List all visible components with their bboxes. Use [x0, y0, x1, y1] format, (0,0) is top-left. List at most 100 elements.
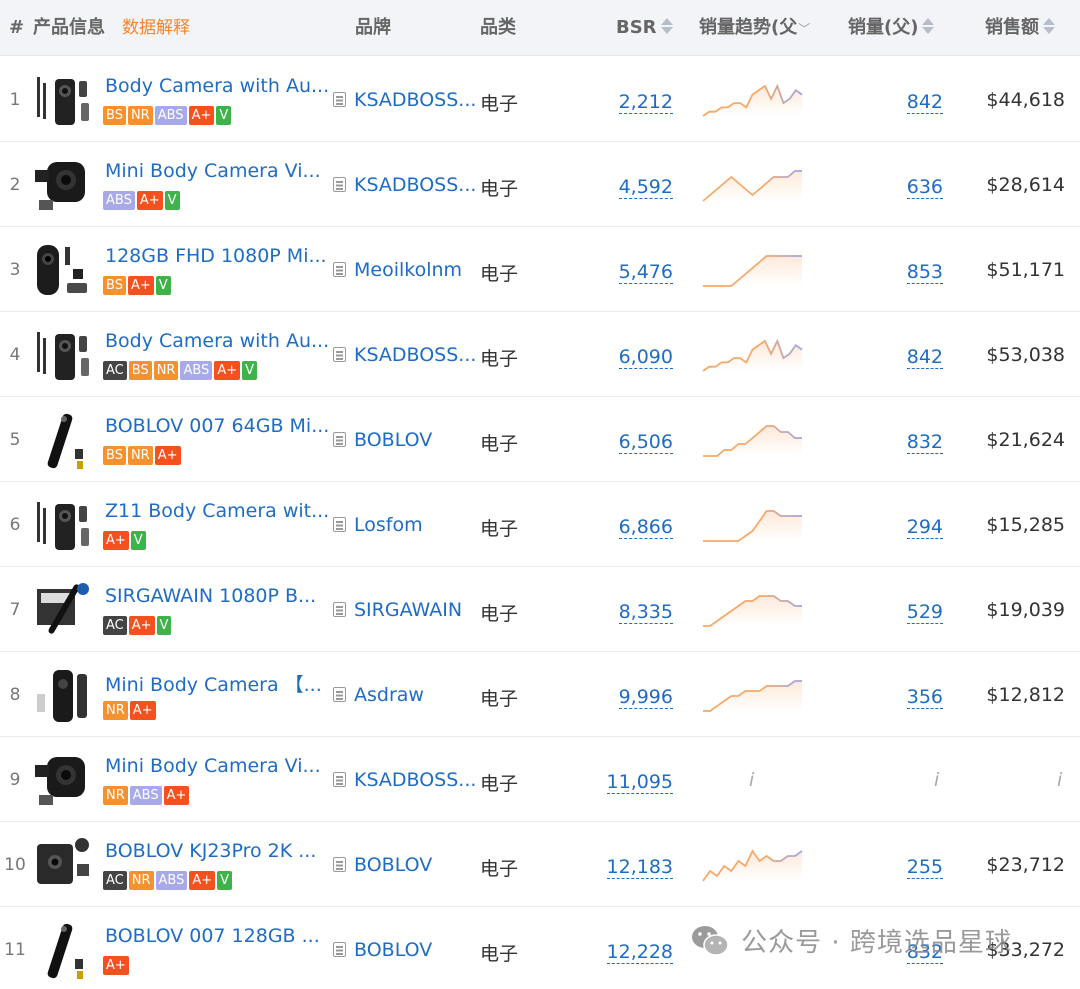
col-qty-header[interactable]: 销量(父) [848, 0, 935, 56]
row-index: 9 [9, 770, 21, 790]
brand-link[interactable]: KSADBOSS... [333, 344, 476, 366]
info-icon[interactable]: i [749, 769, 754, 791]
col-trend-header[interactable]: 销量趋势(父﹀ [699, 0, 810, 56]
product-badges: A+ V [103, 531, 146, 550]
brand-link[interactable]: BOBLOV [333, 939, 432, 961]
chevron-down-icon[interactable]: ﹀ [798, 1, 810, 57]
brand-link[interactable]: BOBLOV [333, 854, 432, 876]
revenue-value: $53,038 [986, 344, 1065, 366]
product-title-link[interactable]: BOBLOV 007 128GB ... [105, 925, 320, 947]
table-row: 8 Mini Body Camera 【... NR A+ Asdraw 电子 9,996 3… [0, 652, 1080, 737]
document-icon[interactable] [333, 517, 346, 532]
document-icon[interactable] [333, 432, 346, 447]
document-icon[interactable] [333, 857, 346, 872]
bsr-link[interactable]: 5,476 [618, 261, 673, 284]
table-row: 5 BOBLOV 007 64GB Mi... BS NR A+ BOBLOV 电子 6,50… [0, 397, 1080, 482]
bsr-link[interactable]: 11,095 [606, 771, 673, 794]
data-explain-link[interactable]: 数据解释 [122, 0, 190, 56]
document-icon[interactable] [333, 687, 346, 702]
document-icon[interactable] [333, 347, 346, 362]
product-title-link[interactable]: 128GB FHD 1080P Mi... [105, 245, 327, 267]
brand-link[interactable]: Meoilkolnm [333, 259, 462, 281]
document-icon[interactable] [333, 772, 346, 787]
product-thumbnail[interactable] [33, 919, 95, 981]
product-thumbnail[interactable] [33, 579, 95, 641]
document-icon[interactable] [333, 602, 346, 617]
wechat-icon [690, 923, 730, 959]
badge-nr: NR [153, 361, 179, 380]
sales-trend [700, 844, 805, 884]
product-thumbnail[interactable] [33, 324, 95, 386]
badge-abs: ABS [129, 786, 162, 805]
category-text: 电子 [480, 773, 519, 795]
product-badges: ABS A+ V [103, 191, 180, 210]
product-title-link[interactable]: Body Camera with Au... [105, 75, 329, 97]
bsr-link[interactable]: 6,866 [618, 516, 673, 539]
sales-qty-link[interactable]: 832 [906, 431, 943, 454]
bsr-link[interactable]: 12,183 [606, 856, 673, 879]
col-revenue-label: 销售额 [985, 17, 1039, 38]
product-title-link[interactable]: BOBLOV 007 64GB Mi... [105, 415, 329, 437]
sort-icon[interactable] [1043, 17, 1055, 35]
sales-qty-link[interactable]: 842 [906, 346, 943, 369]
brand-link[interactable]: BOBLOV [333, 429, 432, 451]
brand-link[interactable]: Losfom [333, 514, 423, 536]
row-index: 1 [9, 90, 21, 110]
product-thumbnail[interactable] [33, 69, 95, 131]
sales-qty-link[interactable]: 842 [906, 91, 943, 114]
product-thumbnail[interactable] [33, 834, 95, 896]
product-title-link[interactable]: Mini Body Camera Vi... [105, 160, 321, 182]
bsr-link[interactable]: 9,996 [618, 686, 673, 709]
sort-icon[interactable] [660, 17, 673, 35]
info-icon[interactable]: i [1057, 769, 1062, 791]
product-title-link[interactable]: SIRGAWAIN 1080P B... [105, 585, 316, 607]
trend-chart [703, 510, 802, 542]
trend-area [703, 426, 802, 456]
col-index-header: # [9, 17, 25, 38]
brand-link[interactable]: SIRGAWAIN [333, 599, 462, 621]
product-thumbnail[interactable] [33, 239, 95, 301]
category-text: 电子 [480, 93, 519, 115]
product-thumbnail[interactable] [33, 664, 95, 726]
bsr-link[interactable]: 6,506 [618, 431, 673, 454]
badge-aplus: A+ [127, 276, 154, 295]
product-title-link[interactable]: Mini Body Camera 【... [105, 670, 322, 697]
bsr-link[interactable]: 4,592 [618, 176, 673, 199]
document-icon[interactable] [333, 177, 346, 192]
category-text: 电子 [480, 943, 519, 965]
document-icon[interactable] [333, 92, 346, 107]
sales-qty-link[interactable]: 636 [906, 176, 943, 199]
document-icon[interactable] [333, 262, 346, 277]
bsr-link[interactable]: 8,335 [618, 601, 673, 624]
info-icon[interactable]: i [934, 769, 939, 791]
product-thumbnail[interactable] [33, 409, 95, 471]
product-title-link[interactable]: Mini Body Camera Vi... [105, 755, 321, 777]
brand-link[interactable]: KSADBOSS... [333, 174, 476, 196]
table-row: 10 BOBLOV KJ23Pro 2K ... AC NR ABS A+ V BOBLOV 电… [0, 822, 1080, 907]
bsr-link[interactable]: 2,212 [618, 91, 673, 114]
bsr-link[interactable]: 6,090 [618, 346, 673, 369]
sales-trend [700, 79, 805, 119]
product-thumbnail[interactable] [33, 749, 95, 811]
product-title-link[interactable]: BOBLOV KJ23Pro 2K ... [105, 840, 316, 862]
product-title-link[interactable]: Body Camera with Au... [105, 330, 329, 352]
sales-qty-link[interactable]: 853 [906, 261, 943, 284]
bsr-link[interactable]: 12,228 [606, 941, 673, 964]
col-revenue-header[interactable]: 销售额 [985, 0, 1055, 56]
product-thumbnail[interactable] [33, 154, 95, 216]
sort-icon[interactable] [922, 17, 935, 35]
col-bsr-header[interactable]: BSR [616, 0, 673, 56]
brand-link[interactable]: KSADBOSS... [333, 89, 476, 111]
product-thumbnail[interactable] [33, 494, 95, 556]
document-icon[interactable] [333, 942, 346, 957]
sales-qty-link[interactable]: 356 [906, 686, 943, 709]
row-index: 7 [9, 600, 21, 620]
badge-abs: ABS [103, 191, 135, 210]
sales-qty-link[interactable]: 529 [906, 601, 943, 624]
brand-link[interactable]: Asdraw [333, 684, 424, 706]
brand-link[interactable]: KSADBOSS... [333, 769, 476, 791]
sales-trend [700, 249, 805, 289]
product-title-link[interactable]: Z11 Body Camera wit... [105, 500, 329, 522]
sales-qty-link[interactable]: 294 [906, 516, 943, 539]
sales-qty-link[interactable]: 255 [906, 856, 943, 879]
